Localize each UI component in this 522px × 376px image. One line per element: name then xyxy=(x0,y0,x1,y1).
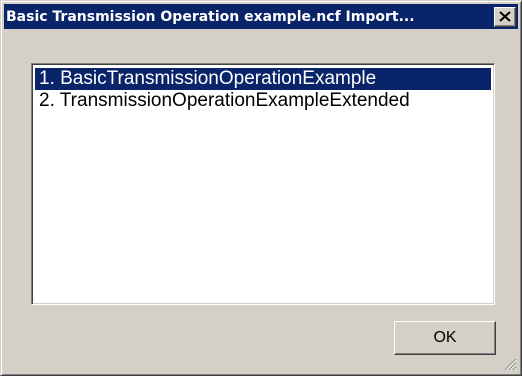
configuration-listbox[interactable]: 1. BasicTransmissionOperationExample 2. … xyxy=(31,63,495,305)
close-button[interactable] xyxy=(494,6,516,27)
ok-button[interactable]: OK xyxy=(394,321,496,355)
import-dialog: Basic Transmission Operation example.ncf… xyxy=(0,0,522,376)
title-bar[interactable]: Basic Transmission Operation example.ncf… xyxy=(4,4,518,29)
list-item[interactable]: 2. TransmissionOperationExampleExtended xyxy=(35,90,491,112)
list-item[interactable]: 1. BasicTransmissionOperationExample xyxy=(35,68,491,90)
close-icon xyxy=(499,11,511,22)
dialog-title: Basic Transmission Operation example.ncf… xyxy=(6,8,415,25)
resize-grip-icon[interactable] xyxy=(503,357,517,371)
